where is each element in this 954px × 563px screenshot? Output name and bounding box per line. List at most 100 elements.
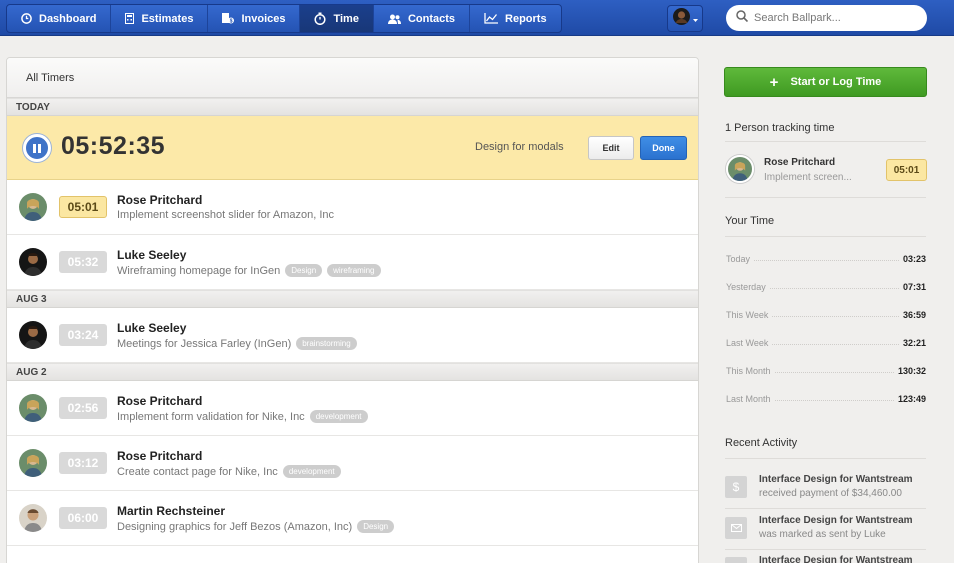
nav-estimates-label: Estimates [141,12,194,25]
nav-reports[interactable]: Reports [470,5,561,32]
entry-time-badge: 06:00 [59,507,107,529]
entry-description: Implement form validation for Nike, Inc … [117,410,368,423]
search-input[interactable] [754,12,914,24]
tracker-task: Implement screen... [764,172,852,183]
period-value: 123:49 [897,394,926,404]
dollar-icon: $ [725,476,747,498]
nav-time[interactable]: Time [300,5,374,32]
tag-badge[interactable]: brainstorming [296,337,357,350]
time-entry-row[interactable]: 02:56 Rose Pritchard Implement form vali… [7,381,698,436]
period-label: This Week [726,310,769,320]
pause-icon [33,143,36,153]
entry-description: Wireframing homepage for InGen Design wi… [117,264,381,277]
entry-person-name: Rose Pritchard [117,193,203,207]
search-box[interactable] [726,5,927,31]
time-entry-row[interactable]: 05:32 Luke Seeley Wireframing homepage f… [7,235,698,290]
period-label: Last Month [726,394,771,404]
chart-icon [484,13,499,24]
period-value: 36:59 [902,310,926,320]
day-header: AUG 2 [7,363,698,381]
entry-task: Meetings for Jessica Farley (InGen) [117,337,292,350]
avatar [726,155,754,183]
tracker-person-name[interactable]: Rose Pritchard [764,157,835,168]
leader-dots [774,400,894,401]
entry-task: Wireframing homepage for InGen [117,264,281,277]
time-entry-row[interactable]: 03:24 Luke Seeley Meetings for Jessica F… [7,308,698,363]
search-icon [736,9,749,27]
envelope-icon [725,517,747,539]
entry-time-badge: 05:01 [59,196,107,218]
entry-person-name: Luke Seeley [117,321,187,335]
pause-button[interactable] [23,134,51,162]
entry-time-badge: 02:56 [59,397,107,419]
tag-badge[interactable]: development [282,465,341,478]
divider [725,197,926,198]
entry-task: Implement form validation for Nike, Inc [117,410,305,423]
nav-time-label: Time [333,12,359,25]
nav-contacts-label: Contacts [407,12,456,25]
top-nav-bar: Dashboard Estimates $ Invoices Time Cont… [0,0,954,36]
tracker-time-badge: 05:01 [886,159,927,181]
period-value: 03:23 [902,254,926,264]
tag-badge[interactable]: development [309,410,368,423]
activity-item[interactable]: Interface Design for Wantstream [725,555,926,563]
start-button-label: Start or Log Time [790,76,882,88]
day-header: AUG 3 [7,290,698,308]
chevron-down-icon [692,10,698,28]
recent-activity-title: Recent Activity [725,437,798,449]
divider [725,141,926,142]
your-time-row: Today 03:23 [726,250,926,264]
activity-subtitle: was marked as sent by Luke [759,529,886,540]
divider [725,508,926,509]
period-label: This Month [726,366,771,376]
time-entry-row[interactable]: 06:00 Martin Rechsteiner Designing graph… [7,491,698,546]
entry-task: Implement screenshot slider for Amazon, … [117,209,335,221]
divider [725,458,926,459]
day-label: AUG 2 [16,366,47,378]
pause-icon [38,143,41,153]
people-icon [387,14,401,24]
tag-badge[interactable]: wireframing [327,264,381,277]
plus-icon: + [769,73,779,91]
done-button[interactable]: Done [640,136,687,160]
avatar [19,449,47,477]
activity-item[interactable]: Interface Design for Wantstream was mark… [725,515,926,547]
period-label: Last Week [726,338,769,348]
period-value: 32:21 [902,338,926,348]
entry-description: Implement screenshot slider for Amazon, … [117,209,334,221]
nav-contacts[interactable]: Contacts [374,5,471,32]
activity-subtitle: received payment of $34,460.00 [759,488,902,499]
activity-item[interactable]: $ Interface Design for Wantstream receiv… [725,474,926,506]
nav-dashboard-label: Dashboard [39,12,97,25]
avatar [19,193,47,221]
nav-reports-label: Reports [505,12,547,25]
activity-title: Interface Design for Wantstream [759,555,913,563]
tracking-title: 1 Person tracking time [725,122,835,134]
entry-task: Designing graphics for Jeff Bezos (Amazo… [117,520,353,533]
tag-badge[interactable]: Design [357,520,395,533]
clock-icon [21,13,32,24]
avatar [19,504,47,532]
tag-badge[interactable]: Design [285,264,323,277]
day-header-today: TODAY [7,98,698,116]
nav-estimates[interactable]: Estimates [111,5,209,32]
entry-description: Create contact page for Nike, Inc develo… [117,465,341,478]
avatar [19,321,47,349]
divider [725,549,926,550]
panel-title: All Timers [26,71,75,84]
time-entry-row[interactable]: 05:01 Rose Pritchard Implement screensho… [7,180,698,235]
entry-task: Create contact page for Nike, Inc [117,465,278,478]
entry-time-badge: 03:12 [59,452,107,474]
svg-text:$: $ [230,19,233,25]
active-timer-row: 05:52:35 Design for modals Edit Done [7,116,698,180]
nav-invoices[interactable]: $ Invoices [208,5,301,32]
leader-dots [772,344,899,345]
start-or-log-time-button[interactable]: + Start or Log Time [724,67,927,97]
nav-dashboard[interactable]: Dashboard [7,5,112,32]
your-time-row: Yesterday 07:31 [726,278,926,292]
edit-button[interactable]: Edit [588,136,634,160]
entry-person-name: Luke Seeley [117,248,187,262]
invoice-icon: $ [222,13,235,25]
account-menu-button[interactable] [667,5,703,32]
time-entry-row[interactable]: 03:12 Rose Pritchard Create contact page… [7,436,698,491]
